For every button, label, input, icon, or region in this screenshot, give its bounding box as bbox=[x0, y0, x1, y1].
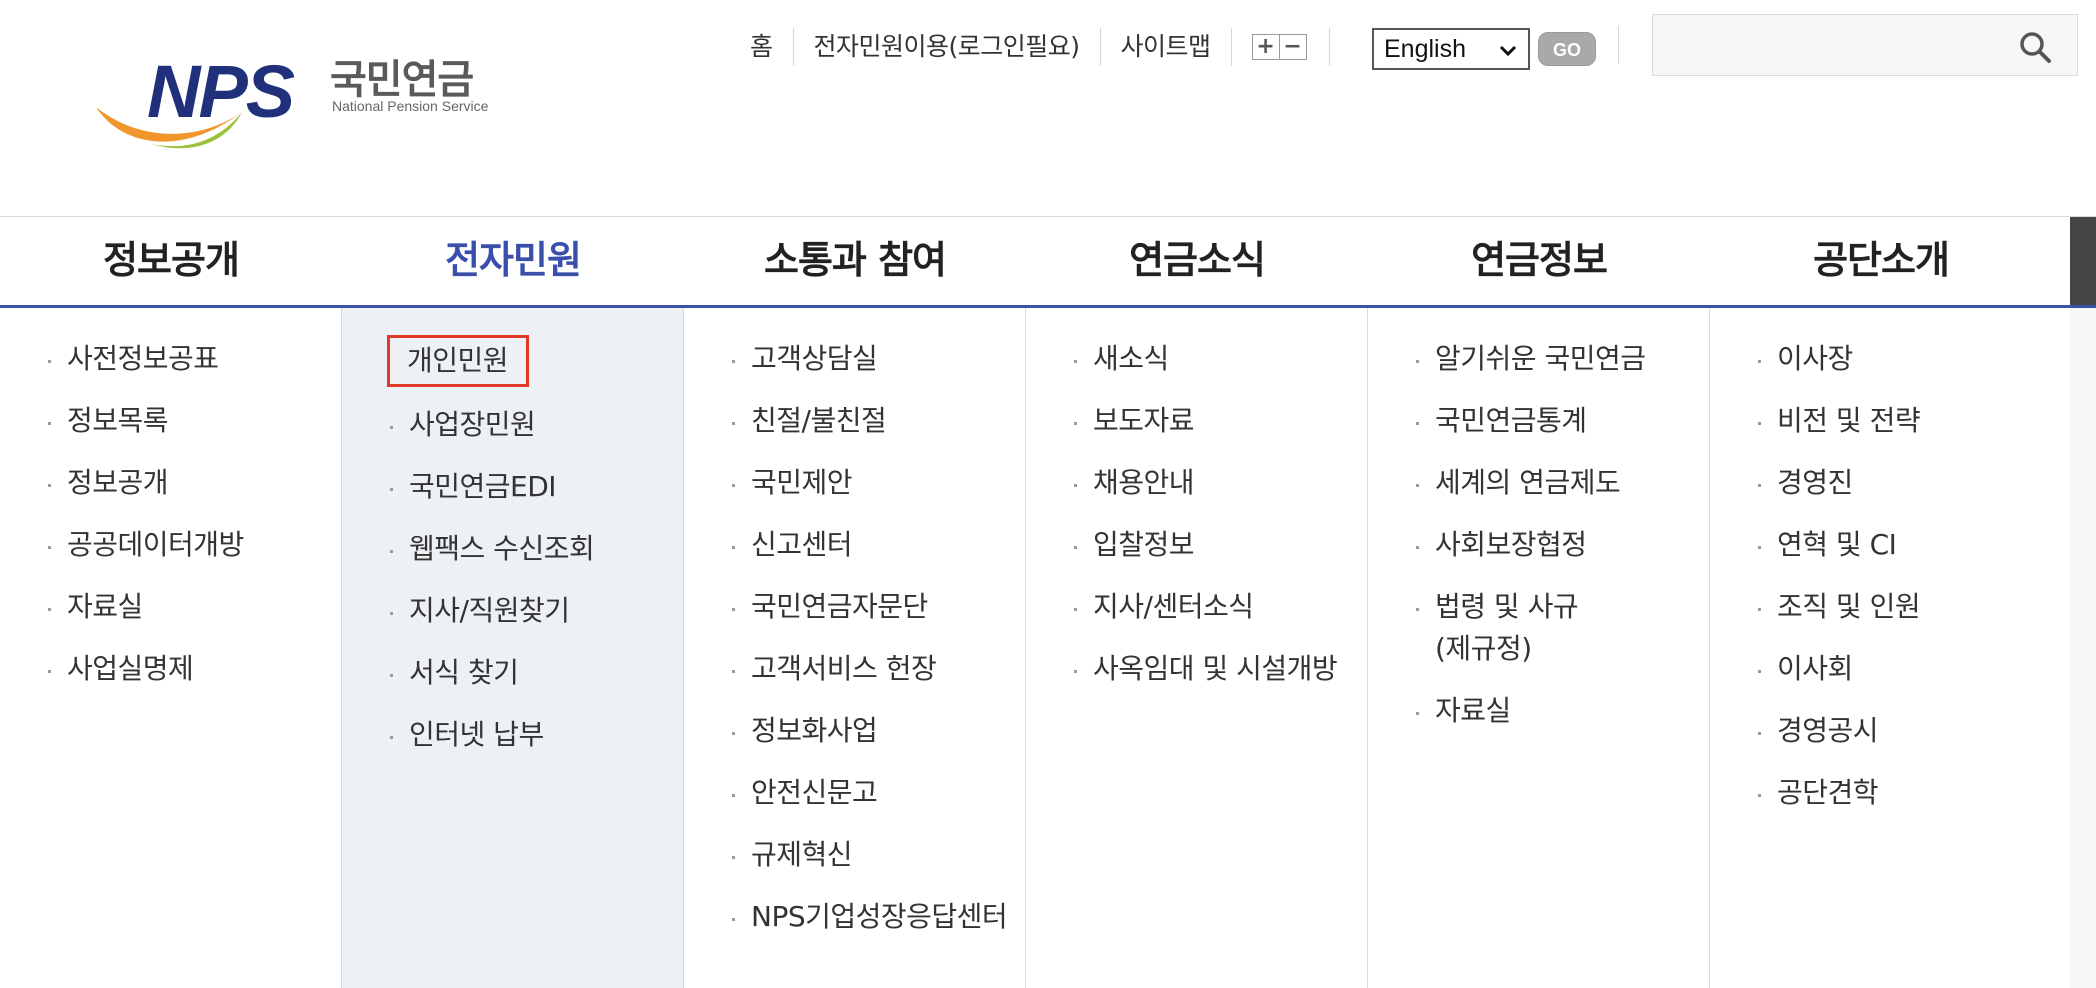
menu-item[interactable]: 정보공개 bbox=[0, 462, 341, 504]
menu-item[interactable]: 공공데이터개방 bbox=[0, 524, 341, 566]
menu-item[interactable]: 친절/불친절 bbox=[684, 400, 1025, 442]
menu-column-e-civil-service: 개인민원 사업장민원 국민연금EDI 웹팩스 수신조회 지사/직원찾기 서식 찾… bbox=[342, 308, 684, 988]
menu-item[interactable]: 고객상담실 bbox=[684, 338, 1025, 380]
search-icon[interactable] bbox=[2017, 29, 2053, 65]
gnb-item-info-disclosure[interactable]: 정보공개 bbox=[0, 217, 342, 305]
menu-item[interactable]: 연혁 및 CI bbox=[1710, 524, 2080, 566]
menu-item[interactable]: 안전신문고 bbox=[684, 772, 1025, 814]
menu-item[interactable]: NPS기업성장응답센터 bbox=[684, 896, 1025, 938]
logo-brand-text: NPS bbox=[147, 50, 295, 133]
menu-item[interactable]: 사업장민원 bbox=[342, 404, 683, 446]
home-link[interactable]: 홈 bbox=[730, 22, 793, 72]
menu-item[interactable]: 사업실명제 bbox=[0, 648, 341, 690]
menu-item[interactable]: 이사장 bbox=[1710, 338, 2080, 380]
font-increase-button[interactable]: + bbox=[1251, 34, 1280, 60]
menu-item[interactable]: 서식 찾기 bbox=[342, 652, 683, 694]
menu-item-personal-civil[interactable]: 개인민원 bbox=[342, 335, 683, 387]
menu-item[interactable]: 채용안내 bbox=[1026, 462, 1367, 504]
menu-item[interactable]: 이사회 bbox=[1710, 648, 2080, 690]
gnb-item-e-civil-service[interactable]: 전자민원 bbox=[342, 217, 684, 305]
chevron-down-icon bbox=[1499, 45, 1517, 57]
menu-item[interactable]: 법령 및 사규(제규정) bbox=[1368, 586, 1613, 670]
menu-column-info-disclosure: 사전정보공표 정보목록 정보공개 공공데이터개방 자료실 사업실명제 bbox=[0, 308, 342, 988]
menu-column-pension-news: 새소식 보도자료 채용안내 입찰정보 지사/센터소식 사옥임대 및 시설개방 bbox=[1026, 308, 1368, 988]
menu-item[interactable]: 국민연금EDI bbox=[342, 466, 683, 508]
menu-column-communication: 고객상담실 친절/불친절 국민제안 신고센터 국민연금자문단 고객서비스 헌장 … bbox=[684, 308, 1026, 988]
menu-item[interactable]: 지사/직원찾기 bbox=[342, 590, 683, 632]
menu-item[interactable]: 사전정보공표 bbox=[0, 338, 341, 380]
utility-nav: 홈 전자민원이용(로그인필요) 사이트맵 + − bbox=[730, 22, 1330, 72]
menu-item[interactable]: 비전 및 전략 bbox=[1710, 400, 2080, 442]
menu-item[interactable]: 자료실 bbox=[0, 586, 341, 628]
e-civil-login-link[interactable]: 전자민원이용(로그인필요) bbox=[794, 22, 1100, 72]
menu-item[interactable]: 새소식 bbox=[1026, 338, 1367, 380]
menu-item[interactable]: 입찰정보 bbox=[1026, 524, 1367, 566]
language-select[interactable]: English bbox=[1372, 28, 1530, 70]
divider bbox=[1230, 28, 1232, 66]
scrollbar-edge bbox=[2070, 217, 2096, 305]
menu-item[interactable]: 정보목록 bbox=[0, 400, 341, 442]
menu-item[interactable]: 공단견학 bbox=[1710, 772, 2080, 814]
menu-item[interactable]: 경영공시 bbox=[1710, 710, 2080, 752]
divider bbox=[1328, 28, 1330, 66]
menu-item[interactable]: 인터넷 납부 bbox=[342, 714, 683, 756]
menu-item[interactable]: 웹팩스 수신조회 bbox=[342, 528, 683, 570]
mega-menu: 사전정보공표 정보목록 정보공개 공공데이터개방 자료실 사업실명제 개인민원 … bbox=[0, 308, 2096, 988]
menu-item[interactable]: 조직 및 인원 bbox=[1710, 586, 2080, 628]
logo-korean-text: 국민연금 bbox=[330, 57, 474, 103]
gnb-item-pension-info[interactable]: 연금정보 bbox=[1368, 217, 1710, 305]
search-input[interactable] bbox=[1663, 25, 1987, 67]
menu-item[interactable]: 사회보장협정 bbox=[1368, 524, 1709, 566]
menu-item[interactable]: 신고센터 bbox=[684, 524, 1025, 566]
nps-logo[interactable]: NPS 국민연금 National Pension Service bbox=[92, 52, 512, 162]
menu-item[interactable]: 국민제안 bbox=[684, 462, 1025, 504]
menu-item[interactable]: 국민연금자문단 bbox=[684, 586, 1025, 628]
menu-item[interactable]: 지사/센터소식 bbox=[1026, 586, 1367, 628]
menu-item[interactable]: 고객서비스 헌장 bbox=[684, 648, 1025, 690]
menu-item[interactable]: 세계의 연금제도 bbox=[1368, 462, 1709, 504]
site-header: NPS 국민연금 National Pension Service 홈 전자민원… bbox=[0, 0, 2096, 216]
sitemap-link[interactable]: 사이트맵 bbox=[1101, 22, 1231, 72]
language-select-value: English bbox=[1384, 34, 1466, 63]
divider bbox=[1618, 26, 1619, 64]
search-box bbox=[1652, 14, 2078, 76]
main-nav: 정보공개 전자민원 소통과 참여 연금소식 연금정보 공단소개 bbox=[0, 216, 2096, 308]
menu-item[interactable]: 자료실 bbox=[1368, 690, 1709, 732]
menu-item[interactable]: 정보화사업 bbox=[684, 710, 1025, 752]
gnb-item-about[interactable]: 공단소개 bbox=[1710, 217, 2052, 305]
gnb-item-communication[interactable]: 소통과 참여 bbox=[684, 217, 1026, 305]
menu-item[interactable]: 알기쉬운 국민연금 bbox=[1368, 338, 1709, 380]
menu-item[interactable]: 사옥임대 및 시설개방 bbox=[1026, 648, 1367, 690]
menu-item[interactable]: 보도자료 bbox=[1026, 400, 1367, 442]
logo-english-text: National Pension Service bbox=[332, 98, 489, 114]
language-go-button[interactable]: GO bbox=[1538, 32, 1596, 66]
font-decrease-button[interactable]: − bbox=[1278, 34, 1307, 60]
menu-item[interactable]: 국민연금통계 bbox=[1368, 400, 1709, 442]
menu-item[interactable]: 규제혁신 bbox=[684, 834, 1025, 876]
menu-item[interactable]: 경영진 bbox=[1710, 462, 2080, 504]
menu-column-about: 이사장 비전 및 전략 경영진 연혁 및 CI 조직 및 인원 이사회 경영공시… bbox=[1710, 308, 2080, 988]
menu-column-pension-info: 알기쉬운 국민연금 국민연금통계 세계의 연금제도 사회보장협정 법령 및 사규… bbox=[1368, 308, 1710, 988]
font-size-controls: + − bbox=[1251, 34, 1307, 60]
gnb-item-pension-news[interactable]: 연금소식 bbox=[1026, 217, 1368, 305]
page-scroll-edge bbox=[2070, 308, 2096, 988]
